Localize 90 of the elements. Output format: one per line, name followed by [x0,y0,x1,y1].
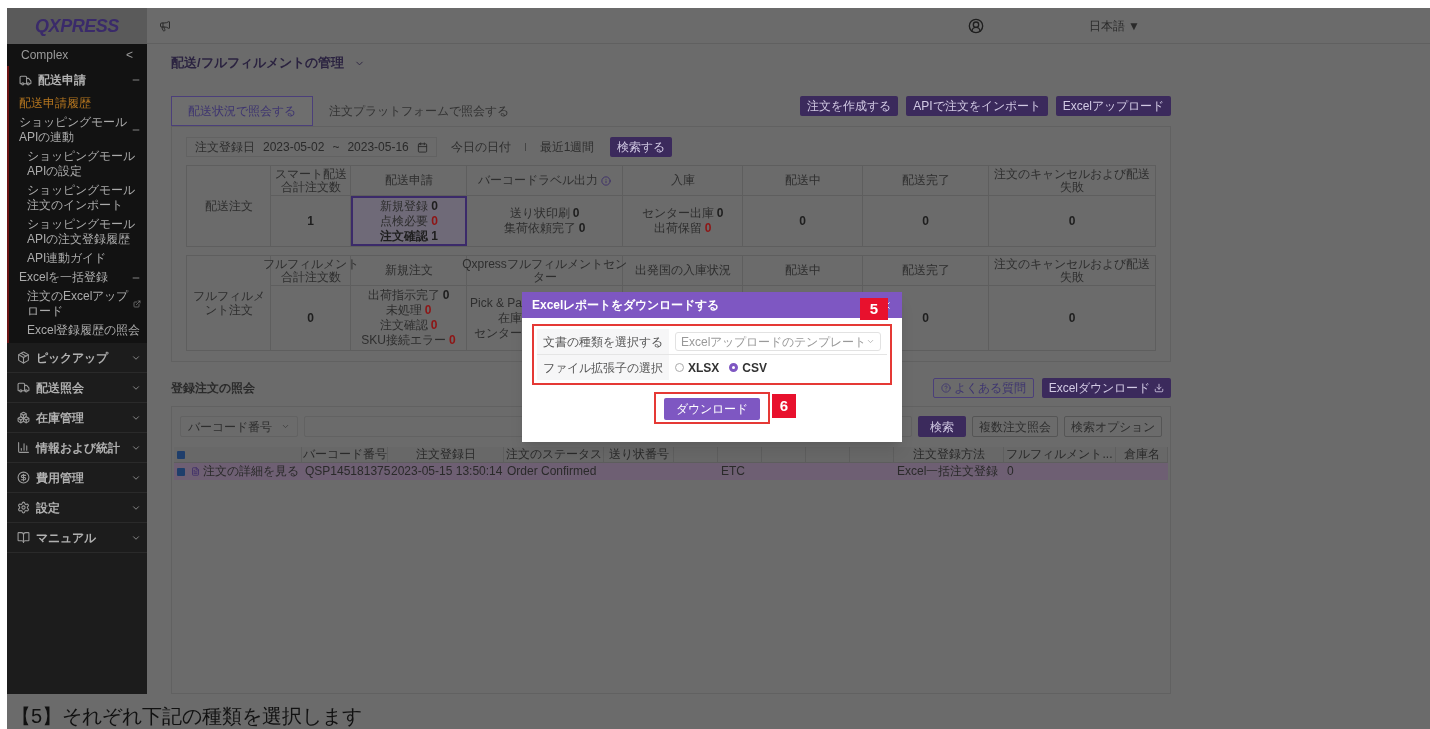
status-label: 注文確認 [380,228,429,244]
column-header: 失敗 [1060,270,1084,284]
sidebar-item[interactable]: 在庫管理 [36,408,125,427]
package-icon [17,351,30,364]
table-cell: ETC [721,465,745,478]
sidebar-subitem[interactable]: 配送申請履歴 [19,96,91,111]
count-value: 0 [922,310,929,327]
count-value: 0 [430,318,438,333]
search-button[interactable]: 検索 [918,416,966,437]
table-cell: Order Confirmed [507,465,597,478]
settings-icon [17,501,30,514]
book-icon [17,531,30,544]
sidebar-item[interactable]: 配送照会 [36,378,125,397]
document-icon [191,467,200,476]
count-value: 0 [922,213,929,230]
page-title: 配送/フルフィルメントの管理 [171,54,344,73]
avatar-icon[interactable] [967,17,984,34]
action-button[interactable]: 注文を作成する [800,96,899,116]
count-value: 0 [704,221,712,236]
sidebar-item[interactable]: 配送申請 [38,71,125,89]
status-label: 点検必要 [380,213,429,229]
radio-label[interactable]: XLSX [688,358,720,377]
table-cell: 2023-05-15 13:50:14 [391,465,503,478]
bar-chart-icon [17,441,30,454]
sidebar-subitem[interactable]: ショッピングモールAPIの注文登録履歴 [27,217,141,247]
count-value: 0 [449,333,456,348]
count-value: 0 [716,206,724,221]
truck-icon [19,73,32,87]
count-value: 1 [307,213,314,230]
collapse-sidebar-button[interactable]: < [126,46,133,64]
count-value: 0 [572,206,580,221]
count-value: 0 [442,288,450,303]
megaphone-icon[interactable] [159,19,171,32]
help-icon [940,383,951,393]
sidebar-subitem[interactable]: 注文のExcelアップロード [27,289,131,319]
table-cell: Excel一括注文登録 [897,465,999,478]
radio-button[interactable] [729,363,739,372]
status-label: 出荷保留 [653,221,702,236]
sidebar-item[interactable]: 情報および統計 [36,438,125,457]
column-header: 失敗 [1060,180,1084,194]
status-label: 新規登録 [380,198,429,214]
status-label: 在庫 [498,310,522,326]
calendar-icon[interactable] [416,141,428,153]
row-checkbox[interactable] [177,467,185,476]
sidebar-subitem[interactable]: Excel登録履歴の照会 [27,323,141,338]
count-value: 0 [1068,310,1076,327]
count-value: 0 [578,221,586,236]
select-all-checkbox[interactable] [177,450,185,459]
count-value: 1 [431,228,438,244]
truck-icon [17,381,30,394]
sidebar-subitem[interactable]: API連動ガイド [27,251,107,266]
count-value: 0 [307,310,314,327]
radio-label[interactable]: CSV [742,358,768,377]
status-label: Pick & Pa [469,295,522,311]
chevron-down-icon [281,422,290,431]
info-icon[interactable] [601,175,611,186]
step-badge: 6 [772,394,796,418]
sidebar-item[interactable]: マニュアル [36,528,125,547]
count-value: 0 [431,213,438,229]
sidebar-item[interactable]: ピックアップ [36,348,125,367]
sidebar-item[interactable]: 設定 [36,498,125,517]
sidebar-section-label: Complex [21,47,69,64]
field-label: 文書の種類を選択する [543,333,663,351]
count-value: 0 [424,303,432,318]
boxes-icon [17,411,30,424]
dollar-coin-icon [17,471,30,484]
count-value: 0 [431,198,438,214]
download-icon [1154,383,1164,393]
sidebar-subitem[interactable]: ショッピングモールAPIの設定 [27,149,141,179]
sidebar-group[interactable]: Excelを一括登録 [19,270,109,285]
column-header: 倉庫名 [1123,448,1160,461]
excel-download-button[interactable]: Excelダウンロード [1041,378,1171,398]
dialog-title: Excelレポートをダウンロードする [532,297,720,314]
chevron-down-icon [866,337,876,346]
column-header: 入庫 [670,174,695,187]
field-label: ファイル拡張子の選択 [543,359,663,377]
action-button[interactable]: Excelアップロード [1055,96,1171,116]
download-button[interactable]: ダウンロード [664,398,760,420]
count-value: 0 [1068,213,1076,230]
sidebar-subitem[interactable]: ショッピングモール注文のインポート [27,183,141,213]
action-button[interactable]: APIで注文をインポート [906,96,1048,116]
sidebar-group[interactable]: ショッピングモールAPIの連動 [19,115,129,145]
count-value: 0 [799,213,806,230]
sidebar-item[interactable]: 費用管理 [36,468,125,487]
search-button[interactable]: 検索する [610,137,673,157]
table-cell: 0 [1007,465,1014,478]
step-badge: 5 [860,298,888,320]
caption: 【5】それぞれ下記の種類を選択します [11,704,363,729]
table-cell: QSP145181375 [305,465,391,478]
section-title: 登録注文の照会 [171,380,255,397]
